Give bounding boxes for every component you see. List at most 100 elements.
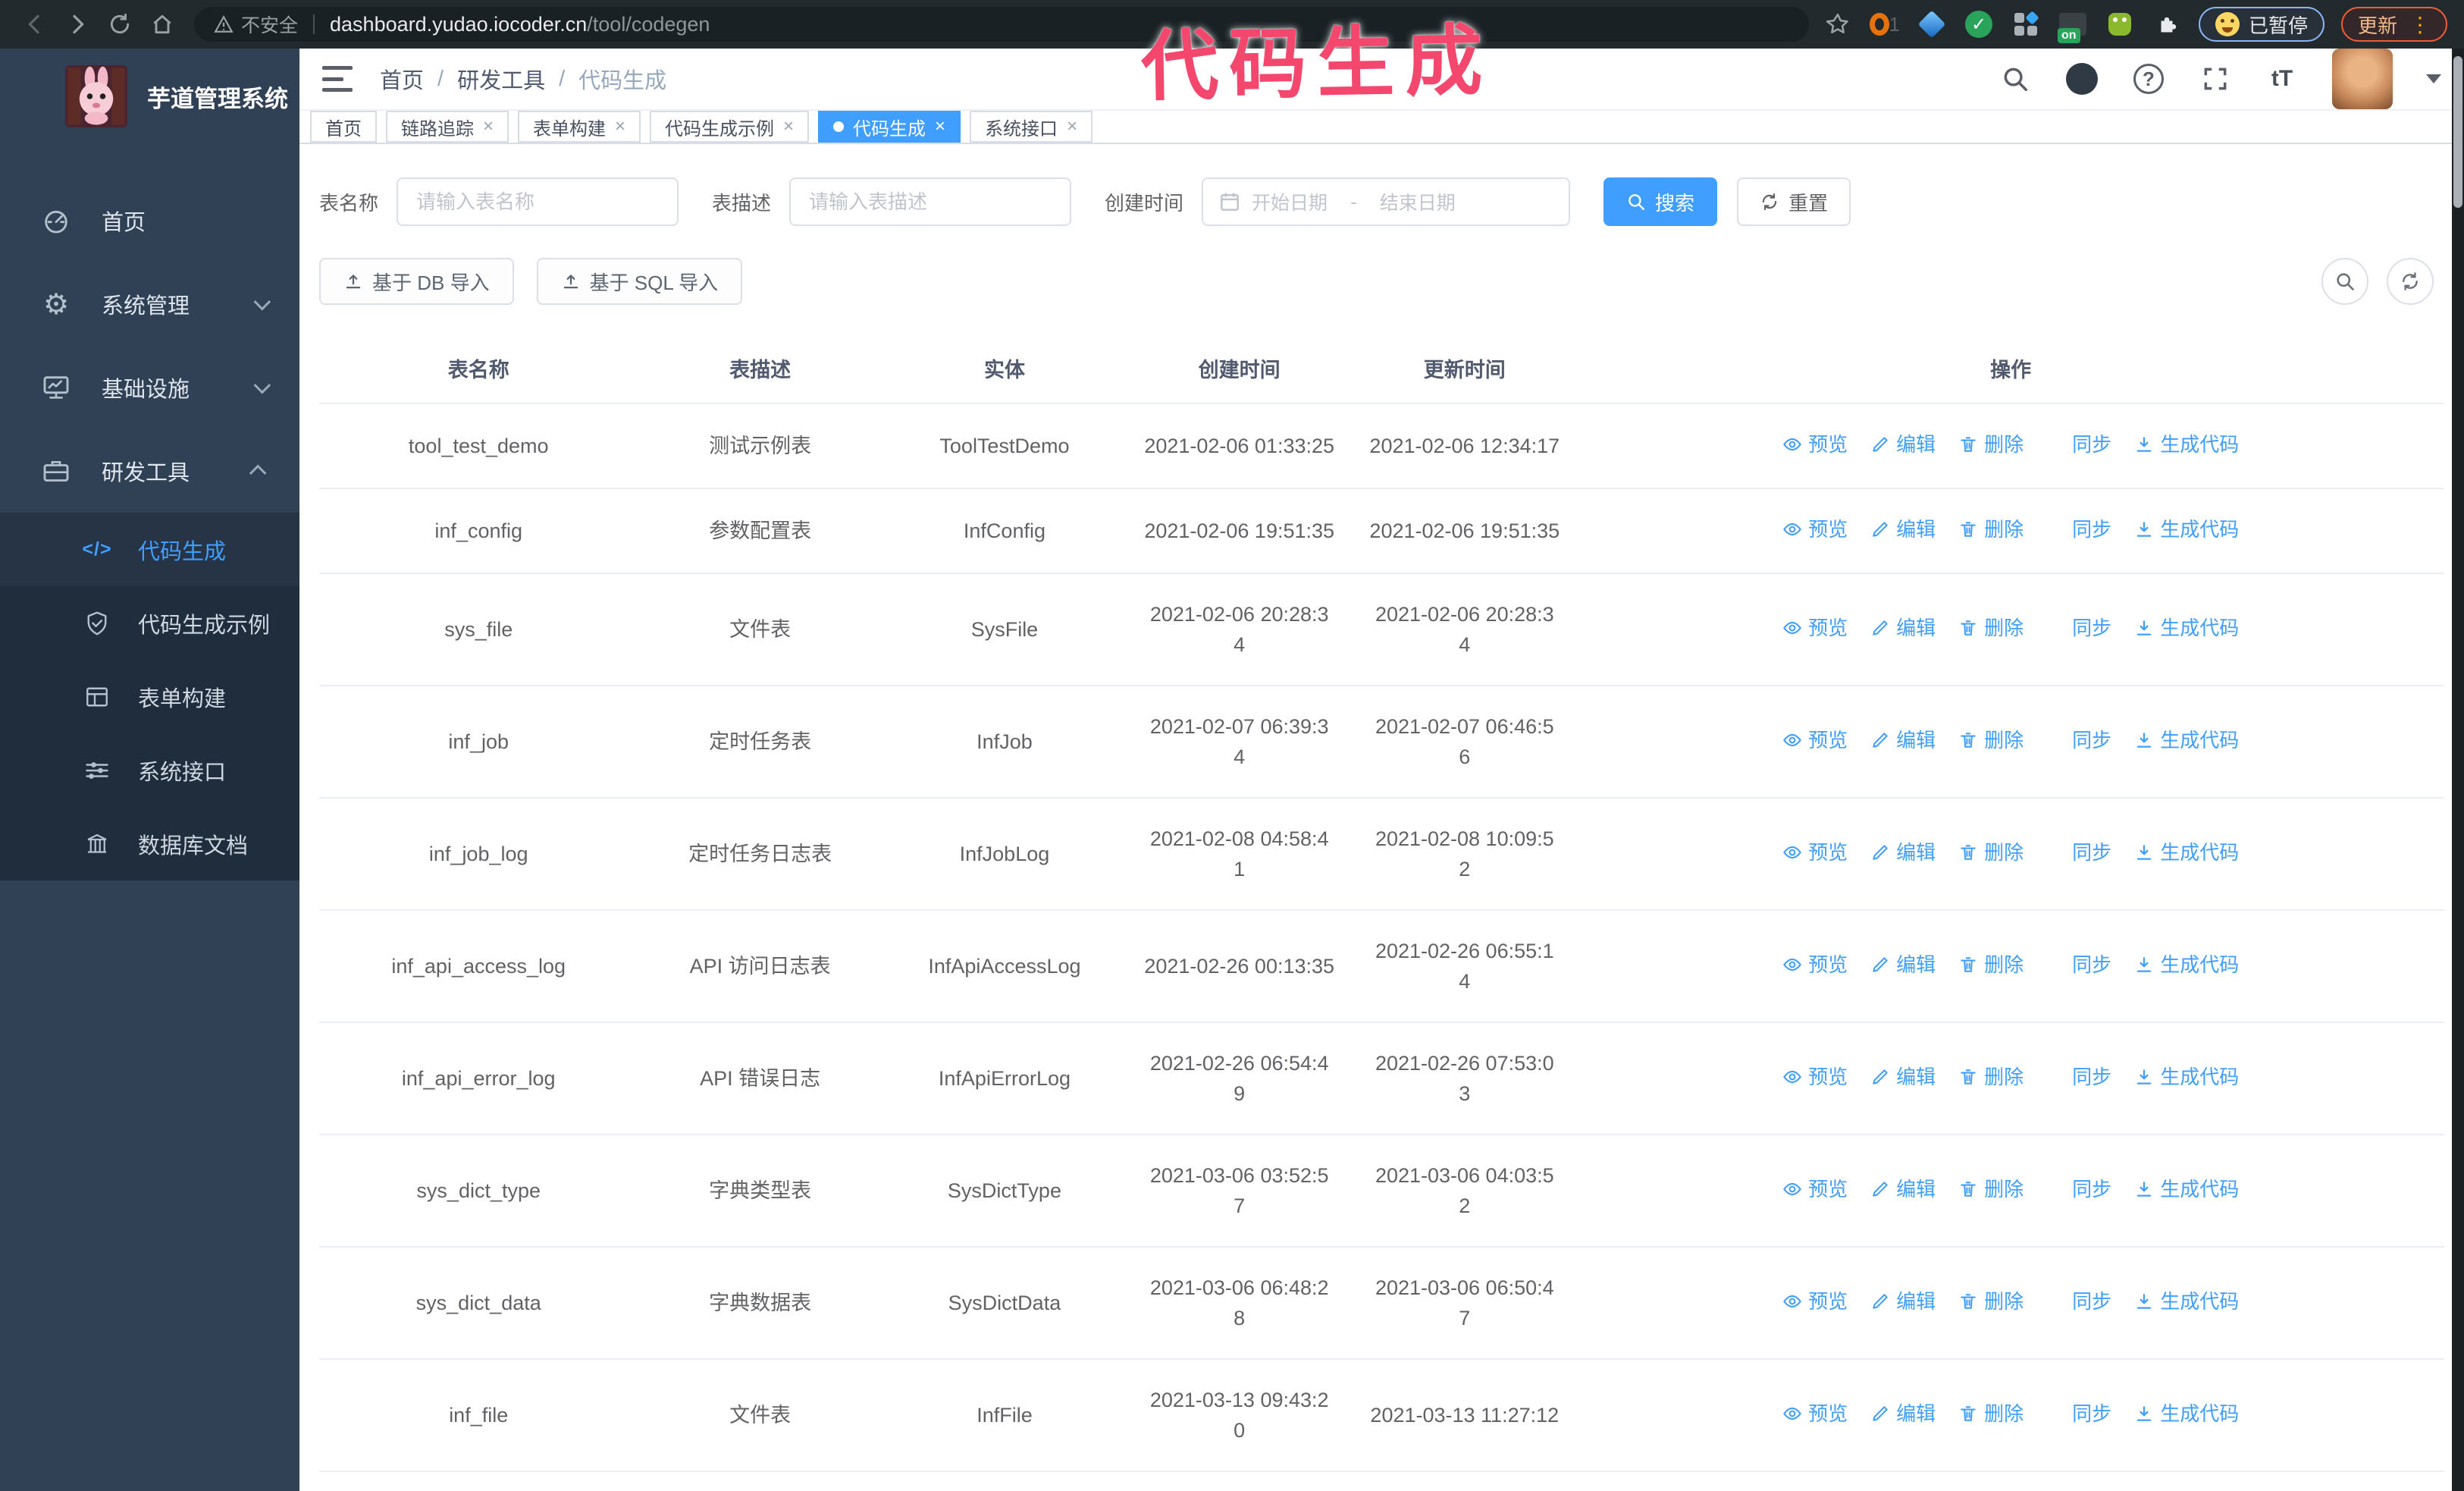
github-icon[interactable] bbox=[2065, 62, 2099, 96]
header-search-icon[interactable] bbox=[1998, 62, 2032, 96]
sync-action[interactable]: 同步 bbox=[2046, 950, 2111, 980]
generate-code-action[interactable]: 生成代码 bbox=[2134, 1398, 2239, 1429]
sync-action[interactable]: 同步 bbox=[2046, 837, 2111, 868]
user-avatar[interactable] bbox=[2332, 49, 2393, 109]
sync-action[interactable]: 同步 bbox=[2046, 429, 2111, 460]
delete-action[interactable]: 删除 bbox=[1958, 1174, 2024, 1204]
help-icon[interactable]: ? bbox=[2132, 62, 2165, 96]
tag-home[interactable]: 首页 bbox=[310, 111, 377, 143]
table-name-input[interactable] bbox=[397, 177, 679, 226]
preview-action[interactable]: 预览 bbox=[1782, 1174, 1848, 1204]
edit-action[interactable]: 编辑 bbox=[1870, 514, 1936, 545]
delete-action[interactable]: 删除 bbox=[1958, 429, 2024, 460]
browser-reload-button[interactable] bbox=[99, 3, 141, 46]
sync-action[interactable]: 同步 bbox=[2046, 613, 2111, 643]
generate-code-action[interactable]: 生成代码 bbox=[2134, 1286, 2239, 1317]
sidebar-item-infrastructure[interactable]: 基础设施 bbox=[0, 346, 299, 429]
tag-codegen-example[interactable]: 代码生成示例 × bbox=[650, 111, 810, 143]
sidebar-item-system-management[interactable]: ⚙ 系统管理 bbox=[0, 262, 299, 346]
edit-action[interactable]: 编辑 bbox=[1870, 1398, 1936, 1429]
address-bar[interactable]: 不安全 dashboard.yudao.iocoder.cn/tool/code… bbox=[194, 7, 1809, 42]
browser-home-button[interactable] bbox=[141, 3, 183, 46]
sync-action[interactable]: 同步 bbox=[2046, 1398, 2111, 1429]
tag-system-api[interactable]: 系统接口 × bbox=[970, 111, 1093, 143]
preview-action[interactable]: 预览 bbox=[1782, 1398, 1848, 1429]
sync-action[interactable]: 同步 bbox=[2046, 514, 2111, 545]
table-desc-input[interactable] bbox=[789, 177, 1072, 226]
preview-action[interactable]: 预览 bbox=[1782, 613, 1848, 643]
generate-code-action[interactable]: 生成代码 bbox=[2134, 1174, 2239, 1204]
sidebar-item-system-api[interactable]: 系统接口 bbox=[0, 733, 299, 807]
preview-action[interactable]: 预览 bbox=[1782, 950, 1848, 980]
sidebar-item-form-builder[interactable]: 表单构建 bbox=[0, 660, 299, 733]
scrollbar-thumb[interactable] bbox=[2453, 56, 2462, 208]
edit-action[interactable]: 编辑 bbox=[1870, 429, 1936, 460]
preview-action[interactable]: 预览 bbox=[1782, 1062, 1848, 1092]
scrollbar-track[interactable] bbox=[2452, 49, 2464, 1491]
delete-action[interactable]: 删除 bbox=[1958, 1062, 2024, 1092]
generate-code-action[interactable]: 生成代码 bbox=[2134, 429, 2239, 460]
extension-gem-icon[interactable] bbox=[1917, 9, 1947, 39]
edit-action[interactable]: 编辑 bbox=[1870, 837, 1936, 868]
edit-action[interactable]: 编辑 bbox=[1870, 1062, 1936, 1092]
sidebar-item-dev-tools[interactable]: 研发工具 bbox=[0, 429, 299, 513]
delete-action[interactable]: 删除 bbox=[1958, 514, 2024, 545]
browser-menu-dots-icon[interactable]: ⋮ bbox=[2409, 12, 2431, 37]
delete-action[interactable]: 删除 bbox=[1958, 1286, 2024, 1317]
user-menu-caret-icon[interactable] bbox=[2426, 74, 2441, 91]
extension-orange-icon[interactable]: 1 bbox=[1870, 9, 1900, 39]
preview-action[interactable]: 预览 bbox=[1782, 514, 1848, 545]
tag-form-builder[interactable]: 表单构建 × bbox=[518, 111, 641, 143]
edit-action[interactable]: 编辑 bbox=[1870, 613, 1936, 643]
generate-code-action[interactable]: 生成代码 bbox=[2134, 514, 2239, 545]
delete-action[interactable]: 删除 bbox=[1958, 725, 2024, 755]
reset-button[interactable]: 重置 bbox=[1737, 177, 1851, 226]
generate-code-action[interactable]: 生成代码 bbox=[2134, 837, 2239, 868]
sync-action[interactable]: 同步 bbox=[2046, 1286, 2111, 1317]
app-logo-row[interactable]: 芋道管理系统 bbox=[0, 49, 299, 144]
close-icon[interactable]: × bbox=[935, 118, 945, 136]
close-icon[interactable]: × bbox=[1067, 118, 1077, 136]
edit-action[interactable]: 编辑 bbox=[1870, 725, 1936, 755]
generate-code-action[interactable]: 生成代码 bbox=[2134, 725, 2239, 755]
tag-tracing[interactable]: 链路追踪 × bbox=[386, 111, 509, 143]
extension-on-icon[interactable]: on bbox=[2058, 9, 2088, 43]
preview-action[interactable]: 预览 bbox=[1782, 429, 1848, 460]
text-size-icon[interactable]: tT bbox=[2265, 62, 2299, 96]
search-button[interactable]: 搜索 bbox=[1603, 177, 1718, 226]
profile-paused-chip[interactable]: 已暂停 bbox=[2199, 7, 2325, 42]
preview-action[interactable]: 预览 bbox=[1782, 1286, 1848, 1317]
sync-action[interactable]: 同步 bbox=[2046, 725, 2111, 755]
close-icon[interactable]: × bbox=[483, 118, 494, 136]
extension-check-icon[interactable]: ✓ bbox=[1964, 9, 1994, 39]
bookmark-star-icon[interactable] bbox=[1823, 9, 1853, 39]
delete-action[interactable]: 删除 bbox=[1958, 837, 2024, 868]
generate-code-action[interactable]: 生成代码 bbox=[2134, 950, 2239, 980]
generate-code-action[interactable]: 生成代码 bbox=[2134, 613, 2239, 643]
close-icon[interactable]: × bbox=[615, 118, 625, 136]
tag-codegen[interactable]: 代码生成 × bbox=[818, 111, 961, 143]
browser-back-button[interactable] bbox=[14, 3, 56, 46]
sidebar-item-home[interactable]: 首页 bbox=[0, 179, 299, 262]
sidebar-collapse-icon[interactable] bbox=[322, 66, 353, 92]
generate-code-action[interactable]: 生成代码 bbox=[2134, 1062, 2239, 1092]
extension-grid-icon[interactable] bbox=[2011, 9, 2041, 39]
edit-action[interactable]: 编辑 bbox=[1870, 1174, 1936, 1204]
edit-action[interactable]: 编辑 bbox=[1870, 1286, 1936, 1317]
delete-action[interactable]: 删除 bbox=[1958, 950, 2024, 980]
sidebar-item-codegen[interactable]: </> 代码生成 bbox=[0, 513, 299, 586]
preview-action[interactable]: 预览 bbox=[1782, 725, 1848, 755]
delete-action[interactable]: 删除 bbox=[1958, 1398, 2024, 1429]
import-db-button[interactable]: 基于 DB 导入 bbox=[319, 258, 514, 305]
preview-action[interactable]: 预览 bbox=[1782, 837, 1848, 868]
browser-forward-button[interactable] bbox=[56, 3, 99, 46]
extension-robot-icon[interactable] bbox=[2105, 9, 2135, 39]
sync-action[interactable]: 同步 bbox=[2046, 1174, 2111, 1204]
extensions-puzzle-icon[interactable] bbox=[2152, 9, 2182, 39]
browser-update-button[interactable]: 更新 ⋮ bbox=[2341, 7, 2448, 42]
sync-action[interactable]: 同步 bbox=[2046, 1062, 2111, 1092]
sidebar-item-db-docs[interactable]: 数据库文档 bbox=[0, 807, 299, 880]
date-range-picker[interactable]: 开始日期 - 结束日期 bbox=[1202, 177, 1571, 226]
edit-action[interactable]: 编辑 bbox=[1870, 950, 1936, 980]
breadcrumb-dev-tools[interactable]: 研发工具 bbox=[457, 63, 545, 95]
